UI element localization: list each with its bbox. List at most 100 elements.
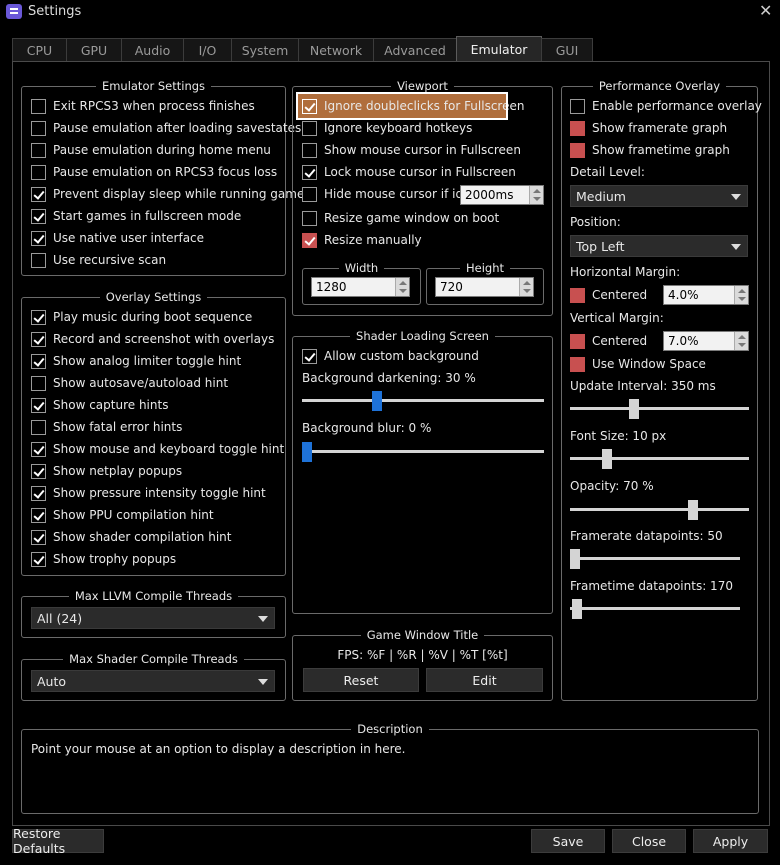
slider-handle[interactable]: [571, 599, 582, 619]
horizontal-margin-spinbox[interactable]: 4.0%: [663, 285, 749, 305]
hide-cursor-checkbox[interactable]: Hide mouse cursor if idle: [302, 184, 474, 204]
frametime-graph-checkbox[interactable]: Show frametime graph: [570, 140, 730, 160]
llvm-threads-select[interactable]: All (24): [31, 607, 275, 629]
apply-button[interactable]: Apply: [693, 829, 768, 853]
ignore-hotkeys-checkbox[interactable]: Ignore keyboard hotkeys: [302, 118, 472, 138]
checkbox-label: Record and screenshot with overlays: [53, 332, 275, 346]
tab-io[interactable]: I/O: [183, 38, 232, 62]
tab-system[interactable]: System: [231, 38, 299, 62]
spin-arrows-icon[interactable]: [529, 186, 543, 204]
horizontal-centered-checkbox[interactable]: Centered: [570, 285, 647, 305]
font-size-label: Font Size: 10 px: [570, 429, 667, 443]
checkbox-item[interactable]: Show analog limiter toggle hint: [31, 351, 241, 371]
chevron-down-icon: [258, 679, 268, 685]
lock-cursor-checkbox[interactable]: Lock mouse cursor in Fullscreen: [302, 162, 516, 182]
slider-handle[interactable]: [371, 391, 382, 411]
checkbox-item[interactable]: Start games in fullscreen mode: [31, 206, 241, 226]
checkbox-item[interactable]: Show netplay popups: [31, 461, 182, 481]
checkbox-item[interactable]: Pause emulation during home menu: [31, 140, 271, 160]
update-interval-slider[interactable]: [570, 399, 749, 419]
reset-title-button[interactable]: Reset: [303, 668, 419, 692]
spin-arrows-icon[interactable]: [395, 278, 409, 296]
edit-title-button[interactable]: Edit: [426, 668, 543, 692]
update-interval-label: Update Interval: 350 ms: [570, 379, 716, 393]
checkbox-box: [31, 252, 46, 268]
frametime-datapoints-slider[interactable]: [570, 599, 740, 619]
framerate-datapoints-slider[interactable]: [570, 549, 740, 569]
resize-on-boot-checkbox[interactable]: Resize game window on boot: [302, 208, 499, 228]
slider-handle[interactable]: [302, 442, 312, 462]
hide-cursor-delay-spinbox[interactable]: 2000ms: [460, 185, 544, 205]
tab-gpu[interactable]: GPU: [66, 38, 122, 62]
checkbox-item[interactable]: Pause emulation on RPCS3 focus loss: [31, 162, 277, 182]
background-darkening-label: Background darkening: 30 %: [302, 371, 476, 385]
slider-track: [570, 508, 749, 511]
framerate-graph-checkbox[interactable]: Show framerate graph: [570, 118, 727, 138]
checkbox-item[interactable]: Pause emulation after loading savestates: [31, 118, 301, 138]
height-spinbox[interactable]: 720: [435, 277, 534, 297]
checkbox-item[interactable]: Show fatal error hints: [31, 417, 182, 437]
spin-arrows-icon[interactable]: [519, 278, 533, 296]
width-spinbox[interactable]: 1280: [311, 277, 410, 297]
close-button[interactable]: Close: [612, 829, 686, 853]
tab-network[interactable]: Network: [298, 38, 374, 62]
checkbox-box: [302, 164, 317, 180]
checkbox-box: [302, 348, 317, 364]
checkbox-item[interactable]: Play music during boot sequence: [31, 307, 252, 327]
checkbox-item[interactable]: Record and screenshot with overlays: [31, 329, 274, 349]
shader-threads-select[interactable]: Auto: [31, 670, 275, 692]
slider-track: [302, 399, 544, 402]
checkbox-box: [31, 164, 46, 180]
checkbox-box: [31, 419, 46, 435]
checkbox-item[interactable]: Show PPU compilation hint: [31, 505, 214, 525]
checkbox-label: Show mouse and keyboard toggle hint: [53, 442, 285, 456]
tab-cpu[interactable]: CPU: [12, 38, 67, 62]
slider-handle[interactable]: [629, 399, 640, 419]
checkbox-item[interactable]: Show shader compilation hint: [31, 527, 231, 547]
checkbox-item[interactable]: Use recursive scan: [31, 250, 166, 270]
horizontal-margin-label: Horizontal Margin:: [570, 265, 681, 279]
tab-audio[interactable]: Audio: [121, 38, 184, 62]
checkbox-item[interactable]: Exit RPCS3 when process finishes: [31, 96, 255, 116]
save-button[interactable]: Save: [531, 829, 605, 853]
checkbox-item[interactable]: Show capture hints: [31, 395, 168, 415]
spin-arrows-icon[interactable]: [734, 286, 748, 304]
detail-level-select[interactable]: Medium: [570, 185, 748, 207]
checkbox-box: [302, 142, 317, 158]
use-window-space-checkbox[interactable]: Use Window Space: [570, 354, 706, 374]
resize-manually-checkbox[interactable]: Resize manually: [302, 230, 422, 250]
checkbox-item[interactable]: Show mouse and keyboard toggle hint: [31, 439, 284, 459]
checkbox-item[interactable]: Show autosave/autoload hint: [31, 373, 228, 393]
checkbox-box: [31, 397, 46, 413]
tab-emulator[interactable]: Emulator: [456, 36, 542, 62]
tab-bar: CPU GPU Audio I/O System Network Advance…: [12, 36, 593, 62]
ignore-doubleclicks-checkbox[interactable]: Ignore doubleclicks for Fullscreen: [296, 92, 524, 120]
tab-gui[interactable]: GUI: [541, 38, 593, 62]
opacity-slider[interactable]: [570, 500, 749, 520]
enable-performance-overlay-checkbox[interactable]: Enable performance overlay: [570, 96, 762, 116]
rpcs3-app-icon: [6, 4, 22, 19]
position-select[interactable]: Top Left: [570, 235, 748, 257]
close-icon[interactable]: ✕: [759, 1, 772, 20]
checkbox-item[interactable]: Use native user interface: [31, 228, 204, 248]
spin-arrows-icon[interactable]: [734, 332, 748, 350]
vertical-margin-spinbox[interactable]: 7.0%: [663, 331, 749, 351]
restore-defaults-button[interactable]: Restore Defaults: [12, 826, 104, 856]
checkbox-box: [31, 208, 46, 224]
show-cursor-checkbox[interactable]: Show mouse cursor in Fullscreen: [302, 140, 521, 160]
allow-custom-background-checkbox[interactable]: Allow custom background: [302, 346, 479, 366]
font-size-slider[interactable]: [570, 449, 749, 469]
background-blur-slider[interactable]: [302, 442, 544, 462]
slider-handle[interactable]: [688, 500, 699, 520]
vertical-centered-checkbox[interactable]: Centered: [570, 331, 647, 351]
checkbox-label: Show pressure intensity toggle hint: [53, 486, 266, 500]
checkbox-item[interactable]: Show pressure intensity toggle hint: [31, 483, 266, 503]
checkbox-item[interactable]: Prevent display sleep while running game…: [31, 184, 311, 204]
checkbox-label: Show fatal error hints: [53, 420, 183, 434]
tab-advanced[interactable]: Advanced: [373, 38, 457, 62]
checkbox-item[interactable]: Show trophy popups: [31, 549, 176, 569]
checkbox-label: Hide mouse cursor if idle: [324, 187, 474, 201]
slider-handle[interactable]: [570, 549, 580, 569]
slider-handle[interactable]: [601, 449, 612, 469]
background-darkening-slider[interactable]: [302, 391, 544, 411]
